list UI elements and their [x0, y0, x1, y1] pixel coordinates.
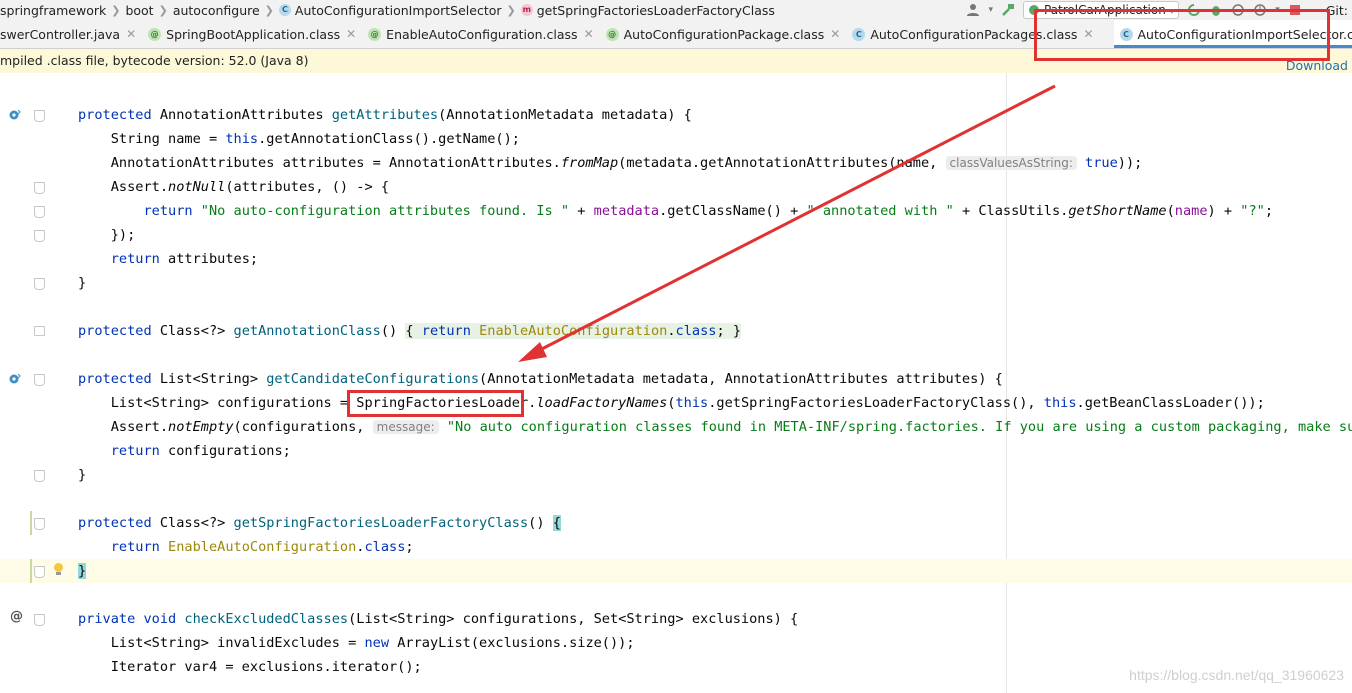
- annotation-icon: @: [148, 27, 162, 41]
- code-line: Assert.notNull(attributes, () -> {: [78, 179, 390, 195]
- chevron-down-icon[interactable]: ▾: [988, 5, 993, 15]
- code-line: return EnableAutoConfiguration.class;: [110, 539, 414, 555]
- coverage-icon[interactable]: [1231, 3, 1245, 17]
- breadcrumb-item[interactable]: autoconfigure: [173, 3, 260, 18]
- fold-marker-icon[interactable]: [34, 206, 45, 218]
- current-line-highlight: [0, 559, 1352, 583]
- editor-tabs: swerController.java ✕ @ SpringBootApplicat…: [0, 20, 1352, 49]
- code-line: String name = this.getAnnotationClass().…: [78, 131, 520, 147]
- tab-spring-boot-application[interactable]: @ SpringBootApplication.class ✕: [142, 20, 362, 48]
- fold-marker-icon[interactable]: [34, 470, 45, 482]
- code-line: List<String> invalidExcludes = new Array…: [78, 635, 635, 651]
- method-icon: m: [520, 4, 533, 16]
- close-icon[interactable]: ✕: [126, 27, 136, 41]
- toolbar-right: ▾ PatrolCarApplication ▾ ▾ Git:: [966, 0, 1352, 20]
- close-icon[interactable]: ✕: [1083, 27, 1093, 41]
- fold-marker-icon[interactable]: [34, 326, 45, 336]
- override-method-icon[interactable]: [9, 109, 21, 121]
- watermark: https://blog.csdn.net/qq_31960623: [1129, 667, 1344, 683]
- close-icon[interactable]: ✕: [584, 27, 594, 41]
- fold-marker-icon[interactable]: [34, 182, 45, 194]
- parameter-hint: message:: [372, 420, 439, 434]
- code-line: return attributes;: [110, 251, 259, 267]
- breadcrumb-separator-icon: ❯: [158, 3, 168, 17]
- code-line: }: [78, 467, 87, 483]
- tab-answer-controller[interactable]: swerController.java ✕: [0, 20, 142, 48]
- code-line: protected Class<?> getSpringFactoriesLoa…: [78, 515, 561, 531]
- parameter-hint: classValuesAsString:: [945, 156, 1077, 170]
- code-line: Assert.notEmpty(configurations, message:…: [78, 419, 1352, 435]
- code-line: }: [78, 563, 87, 579]
- debug-icon[interactable]: [1209, 3, 1223, 17]
- fold-marker-icon[interactable]: [34, 278, 45, 290]
- code-line: }: [78, 275, 87, 291]
- banner-message: mpiled .class file, bytecode version: 52…: [0, 53, 309, 68]
- fold-marker-icon[interactable]: [34, 518, 45, 530]
- code-line: AnnotationAttributes attributes = Annota…: [78, 155, 1143, 171]
- breadcrumb-item[interactable]: springframework: [0, 3, 106, 18]
- code-line: });: [78, 227, 136, 243]
- decompiled-banner: mpiled .class file, bytecode version: 52…: [0, 49, 1352, 73]
- tab-enable-auto-configuration[interactable]: @ EnableAutoConfiguration.class ✕: [362, 20, 599, 48]
- rerun-icon[interactable]: [1187, 3, 1201, 17]
- class-icon: C: [278, 4, 291, 16]
- class-icon: C: [1119, 27, 1133, 41]
- annotation-icon: @: [368, 27, 382, 41]
- code-line: List<String> configurations = SpringFact…: [78, 395, 1265, 411]
- stop-icon[interactable]: [1288, 3, 1302, 17]
- code-editor[interactable]: @ protected AnnotationAttributes getAttr…: [0, 73, 1352, 693]
- hammer-icon[interactable]: [1001, 3, 1015, 17]
- code-line: Iterator var4 = exclusions.iterator();: [78, 659, 422, 675]
- annotation-gutter-icon: @: [10, 609, 23, 624]
- code-line: protected Class<?> getAnnotationClass() …: [78, 323, 741, 339]
- chevron-down-icon: ▾: [1169, 7, 1175, 17]
- breadcrumb-item[interactable]: boot: [125, 3, 153, 18]
- fold-marker-icon[interactable]: [34, 230, 45, 242]
- override-method-icon[interactable]: [9, 373, 21, 385]
- breadcrumb-item[interactable]: m getSpringFactoriesLoaderFactoryClass: [520, 3, 775, 18]
- code-line: private void checkExcludedClasses(List<S…: [78, 611, 799, 627]
- tab-auto-configuration-packages[interactable]: C AutoConfigurationPackages.class ✕: [846, 20, 1099, 48]
- breadcrumb: springframework ❯ boot ❯ autoconfigure ❯…: [0, 0, 1352, 20]
- vcs-label[interactable]: Git:: [1326, 3, 1348, 18]
- tab-auto-configuration-import-selector[interactable]: CAutoConfigurationImportSelector.class✕: [1113, 20, 1352, 48]
- change-marker[interactable]: [30, 559, 32, 583]
- profiler-icon[interactable]: [1253, 3, 1267, 17]
- breadcrumb-separator-icon: ❯: [506, 3, 516, 17]
- close-icon[interactable]: ✕: [830, 27, 840, 41]
- code-line: return "No auto-configuration attributes…: [143, 203, 1274, 219]
- class-icon: C: [852, 27, 866, 41]
- lightbulb-icon[interactable]: [54, 563, 63, 575]
- fold-marker-icon[interactable]: [34, 566, 45, 578]
- breadcrumb-item[interactable]: C AutoConfigurationImportSelector: [278, 3, 502, 18]
- user-icon[interactable]: [966, 3, 980, 17]
- breadcrumb-separator-icon: ❯: [111, 3, 121, 17]
- change-marker[interactable]: [30, 511, 32, 535]
- tab-auto-configuration-package[interactable]: @ AutoConfigurationPackage.class ✕: [600, 20, 847, 48]
- code-line: return configurations;: [110, 443, 291, 459]
- breadcrumb-separator-icon: ❯: [264, 3, 274, 17]
- code-line: protected List<String> getCandidateConfi…: [78, 371, 1003, 387]
- chevron-down-icon[interactable]: ▾: [1275, 5, 1280, 15]
- code-line: protected AnnotationAttributes getAttrib…: [78, 107, 692, 123]
- fold-marker-icon[interactable]: [34, 614, 45, 626]
- fold-marker-icon[interactable]: [34, 374, 45, 386]
- annotation-icon: @: [605, 27, 619, 41]
- fold-marker-icon[interactable]: [34, 110, 45, 122]
- close-icon[interactable]: ✕: [346, 27, 356, 41]
- run-configuration-select[interactable]: PatrolCarApplication ▾: [1023, 1, 1180, 19]
